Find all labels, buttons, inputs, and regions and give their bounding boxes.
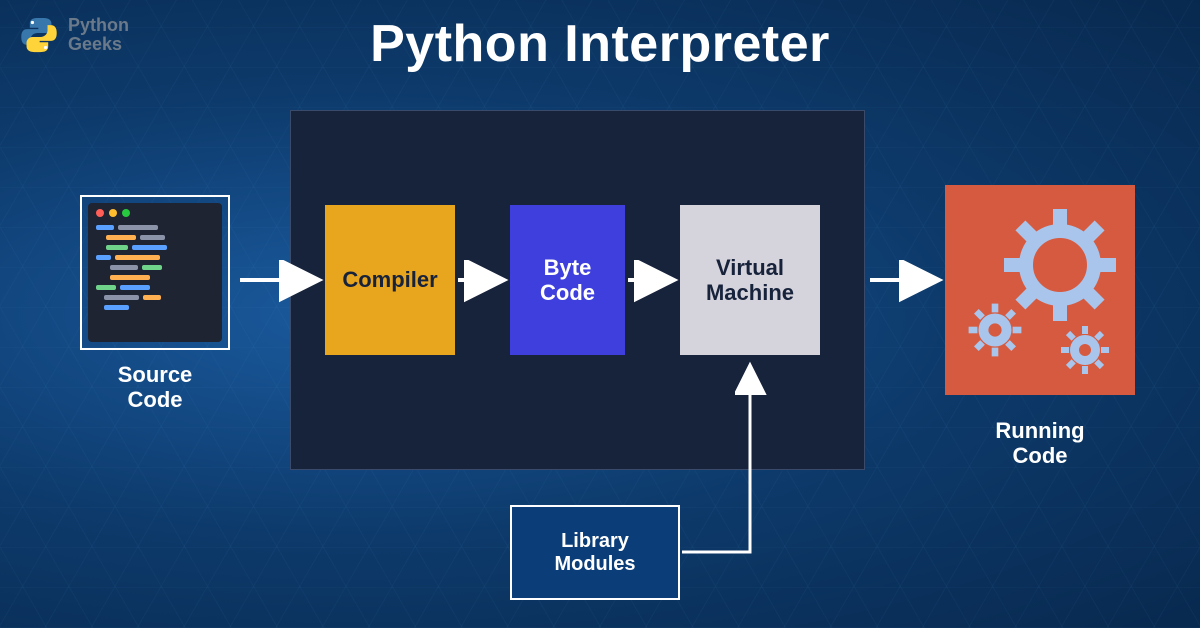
flow-arrows	[0, 0, 1200, 628]
arrow-library-to-vm	[682, 368, 750, 552]
